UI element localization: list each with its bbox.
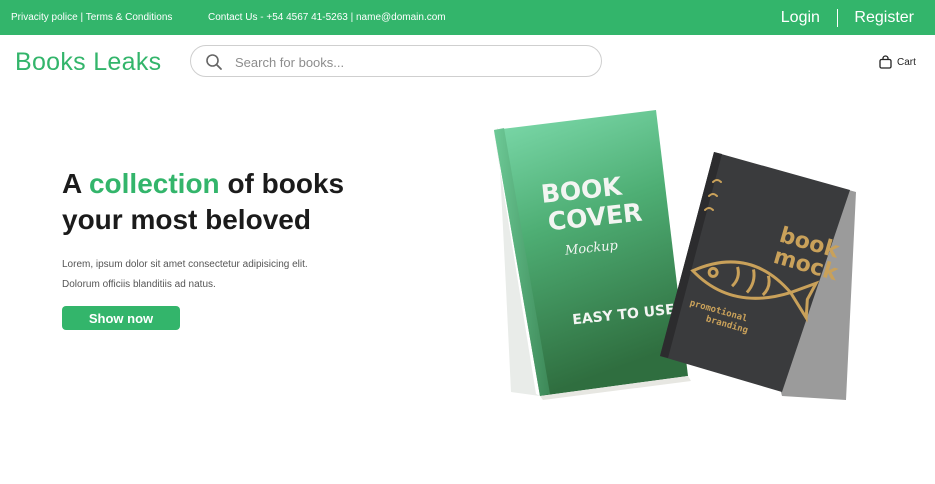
search-bar[interactable] xyxy=(190,45,602,77)
terms-link[interactable]: Terms & Conditions xyxy=(86,12,173,23)
top-bar: Privacity police | Terms & Conditions Co… xyxy=(0,0,935,35)
contact-label: Contact Us - xyxy=(208,12,267,23)
site-logo[interactable]: Books Leaks xyxy=(15,48,161,77)
login-link[interactable]: Login xyxy=(781,9,820,27)
legal-links: Privacity police | Terms & Conditions xyxy=(11,12,172,23)
search-input[interactable] xyxy=(235,52,585,72)
hero-description: Lorem, ipsum dolor sit amet consectetur … xyxy=(62,255,308,295)
contact-email: name@domain.com xyxy=(356,12,446,23)
privacy-link[interactable]: Privacity police xyxy=(11,12,78,23)
link-separator: | xyxy=(80,12,84,23)
show-now-button[interactable]: Show now xyxy=(62,306,180,330)
contact-info: Contact Us - +54 4567 41-5263 | name@dom… xyxy=(208,12,446,23)
hero-desc-line2: Dolorum officiis blanditiis ad natus. xyxy=(62,279,216,290)
hero-title: A collection of books your most beloved xyxy=(62,166,344,238)
main-header: Books Leaks Cart xyxy=(0,35,935,90)
auth-divider xyxy=(836,9,839,27)
search-icon[interactable] xyxy=(205,53,223,71)
hero-title-suffix: of books xyxy=(219,168,345,199)
register-link[interactable]: Register xyxy=(854,9,914,27)
shopping-bag-icon xyxy=(879,55,892,69)
hero-title-prefix: A xyxy=(62,168,89,199)
green-book: BOOK COVER Mockup EASY TO USE xyxy=(494,110,691,400)
hero-title-accent: collection xyxy=(88,168,220,199)
dark-book: book mock promotional branding xyxy=(660,152,856,400)
contact-phone: +54 4567 41-5263 xyxy=(266,12,348,23)
hero-title-line2: your most beloved xyxy=(62,204,311,235)
cart-button[interactable]: Cart xyxy=(879,55,916,69)
cart-label: Cart xyxy=(897,56,916,68)
auth-links: Login Register xyxy=(781,9,914,27)
book-mockup-image: BOOK COVER Mockup EASY TO USE book mock xyxy=(494,110,856,400)
hero-desc-line1: Lorem, ipsum dolor sit amet consectetur … xyxy=(62,259,308,270)
contact-separator: | xyxy=(350,12,354,23)
